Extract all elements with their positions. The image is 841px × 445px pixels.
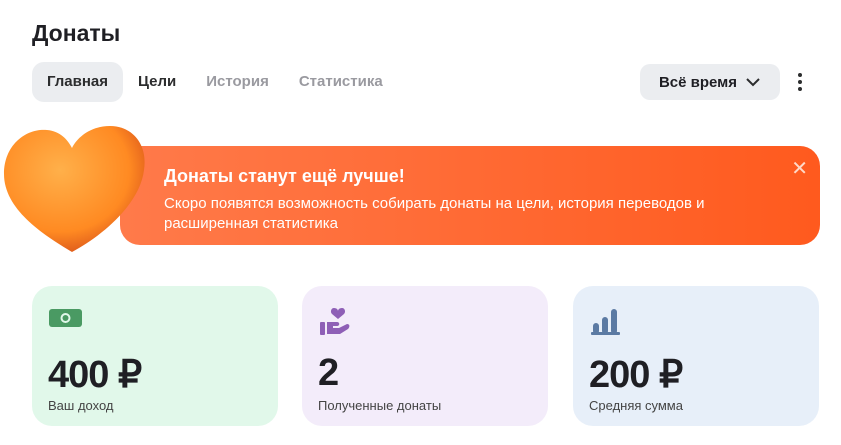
hand-heart-icon bbox=[320, 308, 350, 335]
tab-history[interactable]: История bbox=[191, 62, 284, 102]
page-title: Донаты bbox=[32, 20, 121, 46]
more-menu-button[interactable] bbox=[790, 70, 810, 94]
promo-banner: Донаты станут ещё лучше! Скоро появятся … bbox=[120, 146, 820, 245]
stat-card-donations: 2 Полученные донаты bbox=[302, 286, 548, 426]
close-icon[interactable]: ✕ bbox=[791, 156, 808, 181]
stat-card-average: 200 ₽ Средняя сумма bbox=[573, 286, 819, 426]
stat-value: 2 bbox=[318, 352, 339, 394]
tab-goals[interactable]: Цели bbox=[123, 62, 191, 102]
heart-icon bbox=[4, 126, 145, 252]
period-label: Всё время bbox=[658, 73, 738, 91]
stat-value: 400 ₽ bbox=[48, 354, 142, 396]
bar-chart-icon bbox=[591, 309, 620, 335]
chevron-down-icon bbox=[746, 78, 760, 87]
money-icon bbox=[49, 309, 82, 327]
tab-main[interactable]: Главная bbox=[32, 62, 124, 102]
stat-label: Полученные донаты bbox=[318, 398, 442, 413]
stat-value: 200 ₽ bbox=[589, 354, 683, 396]
banner-text: Скоро появятся возможность собирать дона… bbox=[164, 195, 705, 232]
banner-title: Донаты станут ещё лучше! bbox=[164, 166, 405, 186]
tabs: Главная Цели История Статистика bbox=[32, 62, 398, 102]
tab-statistics[interactable]: Статистика bbox=[284, 62, 398, 102]
period-select[interactable]: Всё время bbox=[640, 64, 780, 100]
stat-label: Ваш доход bbox=[48, 398, 114, 413]
stat-card-income: 400 ₽ Ваш доход bbox=[32, 286, 278, 426]
stat-label: Средняя сумма bbox=[589, 398, 683, 413]
